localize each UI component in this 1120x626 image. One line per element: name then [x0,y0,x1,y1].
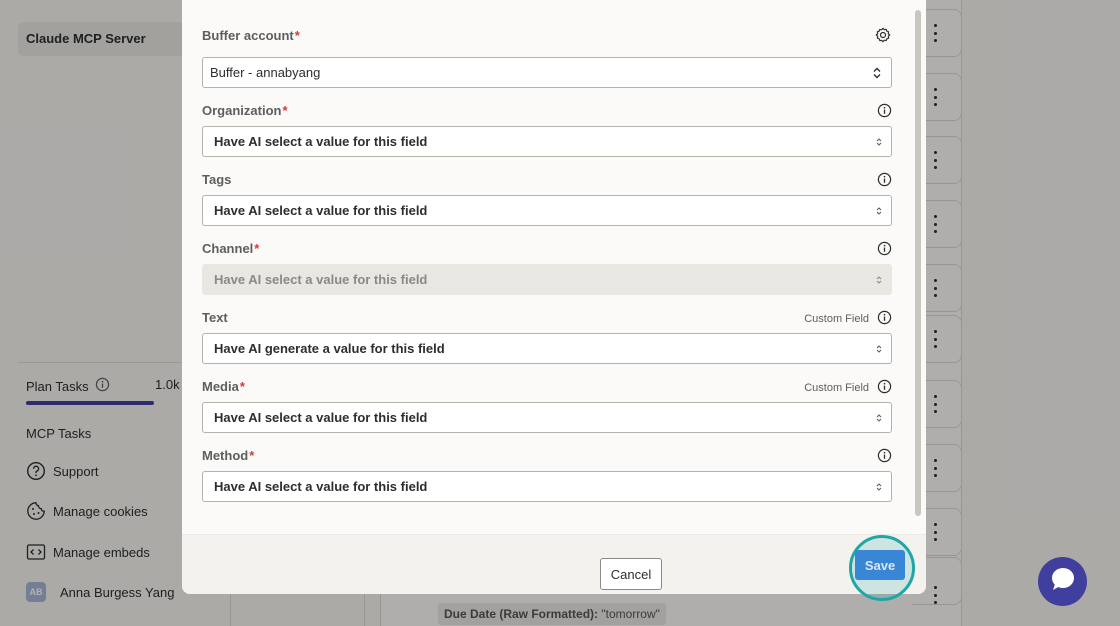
info-icon[interactable] [877,310,892,328]
method-value: Have AI select a value for this field [214,479,428,494]
save-button[interactable]: Save [855,550,905,580]
text-field-meta: Custom Field [804,310,892,328]
gear-icon[interactable] [874,26,892,47]
chevron-up-down-icon [871,58,883,87]
chevron-up-down-icon [875,472,883,501]
info-icon[interactable] [877,448,892,466]
text-label: Text [202,310,228,325]
organization-select[interactable]: Have AI select a value for this field [202,126,892,157]
info-icon[interactable] [877,241,892,259]
organization-label: Organization* [202,103,288,118]
media-select[interactable]: Have AI select a value for this field [202,402,892,433]
channel-field-meta [877,241,892,259]
account-settings[interactable] [874,26,892,47]
chat-support-button[interactable] [1038,557,1087,606]
method-field-meta [877,448,892,466]
chevron-up-down-icon [875,334,883,363]
buffer-account-label: Buffer account* [202,28,300,43]
chevron-up-down-icon [875,265,883,294]
media-label: Media* [202,379,245,394]
buffer-account-select[interactable]: Buffer - annabyang [202,57,892,88]
channel-value: Have AI select a value for this field [214,272,428,287]
chevron-up-down-icon [875,127,883,156]
tags-value: Have AI select a value for this field [214,203,428,218]
chevron-up-down-icon [875,196,883,225]
organization-field-meta [877,103,892,121]
modal-scrollbar[interactable] [915,10,921,516]
custom-field-tag: Custom Field [804,313,869,325]
channel-select: Have AI select a value for this field [202,264,892,295]
media-field-meta: Custom Field [804,379,892,397]
tags-label: Tags [202,172,232,187]
configure-step-modal: Buffer account* Buffer - annabyang Organ… [182,0,926,594]
custom-field-tag: Custom Field [804,382,869,394]
channel-label: Channel* [202,241,260,256]
chevron-up-down-icon [875,403,883,432]
info-icon[interactable] [877,103,892,121]
text-select[interactable]: Have AI generate a value for this field [202,333,892,364]
text-value: Have AI generate a value for this field [214,341,445,356]
tags-field-meta [877,172,892,190]
cancel-button[interactable]: Cancel [600,558,662,590]
modal-footer [182,534,926,594]
info-icon[interactable] [877,172,892,190]
media-value: Have AI select a value for this field [214,410,428,425]
organization-value: Have AI select a value for this field [214,134,428,149]
method-label: Method* [202,448,255,463]
buffer-account-value: Buffer - annabyang [210,65,321,80]
method-select[interactable]: Have AI select a value for this field [202,471,892,502]
chat-bubble-icon [1049,565,1077,598]
tags-select[interactable]: Have AI select a value for this field [202,195,892,226]
info-icon[interactable] [877,379,892,397]
